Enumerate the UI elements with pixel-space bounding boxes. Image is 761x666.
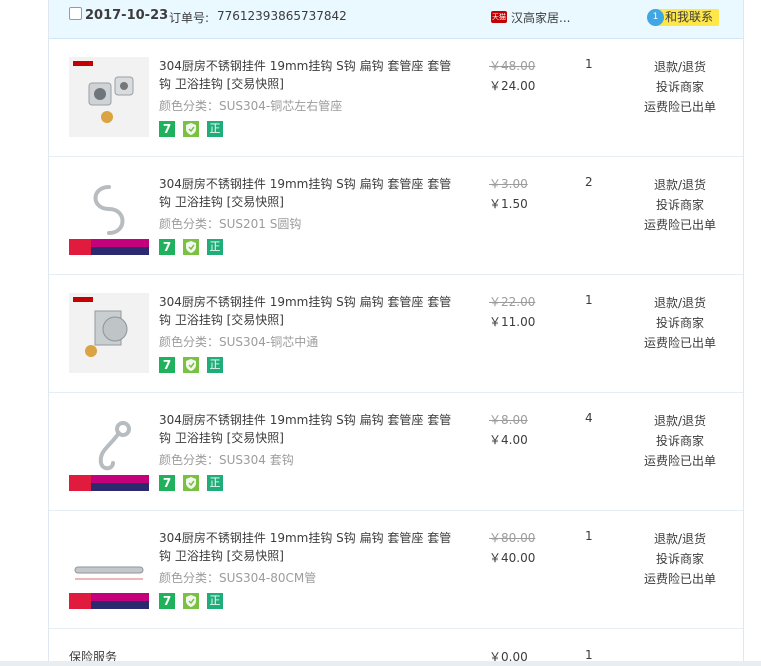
product-title-link[interactable]: 304厨房不锈钢挂件 19mm挂钩 S钩 扁钩 套管座 套管钩 卫浴挂钩 [交易… <box>159 57 459 93</box>
insurance-quantity: 1 <box>585 648 593 662</box>
tmall-icon: 天猫 <box>491 11 507 23</box>
authentic-icon: 正 <box>207 357 223 373</box>
original-price: ￥8.00 <box>489 413 528 427</box>
shield-icon <box>183 357 199 373</box>
product-variant: 颜色分类：SUS304-80CM管 <box>159 571 317 585</box>
order-item-row: 304厨房不锈钢挂件 19mm挂钩 S钩 扁钩 套管座 套管钩 卫浴挂钩 [交易… <box>49 157 743 275</box>
shield-icon <box>183 475 199 491</box>
shield-icon <box>183 593 199 609</box>
item-actions: 退款/退货 投诉商家 运费险已出单 <box>635 529 725 589</box>
product-title-link[interactable]: 304厨房不锈钢挂件 19mm挂钩 S钩 扁钩 套管座 套管钩 卫浴挂钩 [交易… <box>159 411 459 447</box>
refund-link[interactable]: 退款/退货 <box>635 57 725 77</box>
product-variant: 颜色分类：SUS304-铜芯左右管座 <box>159 99 343 113</box>
shield-icon <box>183 121 199 137</box>
order-card: 2017-10-23 订单号: 77612393865737842 天猫 汉高家… <box>48 0 744 666</box>
seven-day-return-icon: 7 <box>159 593 175 609</box>
product-thumbnail[interactable] <box>69 411 149 491</box>
item-quantity: 1 <box>585 57 593 71</box>
refund-link[interactable]: 退款/退货 <box>635 411 725 431</box>
refund-link[interactable]: 退款/退货 <box>635 293 725 313</box>
complain-link[interactable]: 投诉商家 <box>635 77 725 97</box>
original-price: ￥22.00 <box>489 295 536 309</box>
product-variant: 颜色分类：SUS304 套钩 <box>159 453 294 467</box>
paid-price: ￥11.00 <box>489 315 536 329</box>
order-item-row: 304厨房不锈钢挂件 19mm挂钩 S钩 扁钩 套管座 套管钩 卫浴挂钩 [交易… <box>49 39 743 157</box>
original-price: ￥3.00 <box>489 177 528 191</box>
shipping-insurance-link[interactable]: 运费险已出单 <box>635 215 725 235</box>
order-date: 2017-10-23 <box>85 8 169 23</box>
order-item-row: 304厨房不锈钢挂件 19mm挂钩 S钩 扁钩 套管座 套管钩 卫浴挂钩 [交易… <box>49 393 743 511</box>
product-thumbnail[interactable] <box>69 529 149 609</box>
seven-day-return-icon: 7 <box>159 239 175 255</box>
shield-icon <box>183 239 199 255</box>
product-title-link[interactable]: 304厨房不锈钢挂件 19mm挂钩 S钩 扁钩 套管座 套管钩 卫浴挂钩 [交易… <box>159 175 459 211</box>
contact-seller-button[interactable]: 1 和我联系 <box>647 9 720 26</box>
seven-day-return-icon: 7 <box>159 121 175 137</box>
bottom-bar <box>0 661 761 666</box>
authentic-icon: 正 <box>207 475 223 491</box>
original-price: ￥80.00 <box>489 531 536 545</box>
contact-seller-label: 和我联系 <box>665 10 714 24</box>
seven-day-return-icon: 7 <box>159 357 175 373</box>
product-variant: 颜色分类：SUS201 S圆钩 <box>159 217 302 231</box>
product-thumbnail[interactable] <box>69 175 149 255</box>
refund-link[interactable]: 退款/退货 <box>635 529 725 549</box>
item-quantity: 2 <box>585 175 593 189</box>
authentic-icon: 正 <box>207 121 223 137</box>
shipping-insurance-link[interactable]: 运费险已出单 <box>635 333 725 353</box>
authentic-icon: 正 <box>207 593 223 609</box>
complain-link[interactable]: 投诉商家 <box>635 195 725 215</box>
item-actions: 退款/退货 投诉商家 运费险已出单 <box>635 411 725 471</box>
shipping-insurance-link[interactable]: 运费险已出单 <box>635 97 725 117</box>
product-variant: 颜色分类：SUS304-铜芯中通 <box>159 335 319 349</box>
paid-price: ￥40.00 <box>489 551 536 565</box>
paid-price: ￥4.00 <box>489 433 528 447</box>
product-thumbnail[interactable] <box>69 293 149 373</box>
product-title-link[interactable]: 304厨房不锈钢挂件 19mm挂钩 S钩 扁钩 套管座 套管钩 卫浴挂钩 [交易… <box>159 529 459 565</box>
item-quantity: 1 <box>585 293 593 307</box>
order-select-checkbox[interactable] <box>69 7 82 20</box>
item-actions: 退款/退货 投诉商家 运费险已出单 <box>635 293 725 353</box>
shipping-insurance-link[interactable]: 运费险已出单 <box>635 569 725 589</box>
order-header: 2017-10-23 订单号: 77612393865737842 天猫 汉高家… <box>49 0 743 39</box>
order-number-label: 订单号: <box>169 11 210 25</box>
shop-name-link[interactable]: 汉高家居... <box>511 9 570 26</box>
paid-price: ￥24.00 <box>489 79 536 93</box>
item-actions: 退款/退货 投诉商家 运费险已出单 <box>635 175 725 235</box>
order-item-row: 304厨房不锈钢挂件 19mm挂钩 S钩 扁钩 套管座 套管钩 卫浴挂钩 [交易… <box>49 511 743 629</box>
authentic-icon: 正 <box>207 239 223 255</box>
product-thumbnail[interactable] <box>69 57 149 137</box>
item-quantity: 1 <box>585 529 593 543</box>
product-title-link[interactable]: 304厨房不锈钢挂件 19mm挂钩 S钩 扁钩 套管座 套管钩 卫浴挂钩 [交易… <box>159 293 459 329</box>
refund-link[interactable]: 退款/退货 <box>635 175 725 195</box>
complain-link[interactable]: 投诉商家 <box>635 431 725 451</box>
shipping-insurance-link[interactable]: 运费险已出单 <box>635 451 725 471</box>
paid-price: ￥1.50 <box>489 197 528 211</box>
order-item-row: 304厨房不锈钢挂件 19mm挂钩 S钩 扁钩 套管座 套管钩 卫浴挂钩 [交易… <box>49 275 743 393</box>
item-actions: 退款/退货 投诉商家 运费险已出单 <box>635 57 725 117</box>
complain-link[interactable]: 投诉商家 <box>635 549 725 569</box>
order-number: 77612393865737842 <box>217 9 347 23</box>
item-quantity: 4 <box>585 411 593 425</box>
seven-day-return-icon: 7 <box>159 475 175 491</box>
original-price: ￥48.00 <box>489 59 536 73</box>
complain-link[interactable]: 投诉商家 <box>635 313 725 333</box>
chat-icon: 1 <box>647 9 664 26</box>
